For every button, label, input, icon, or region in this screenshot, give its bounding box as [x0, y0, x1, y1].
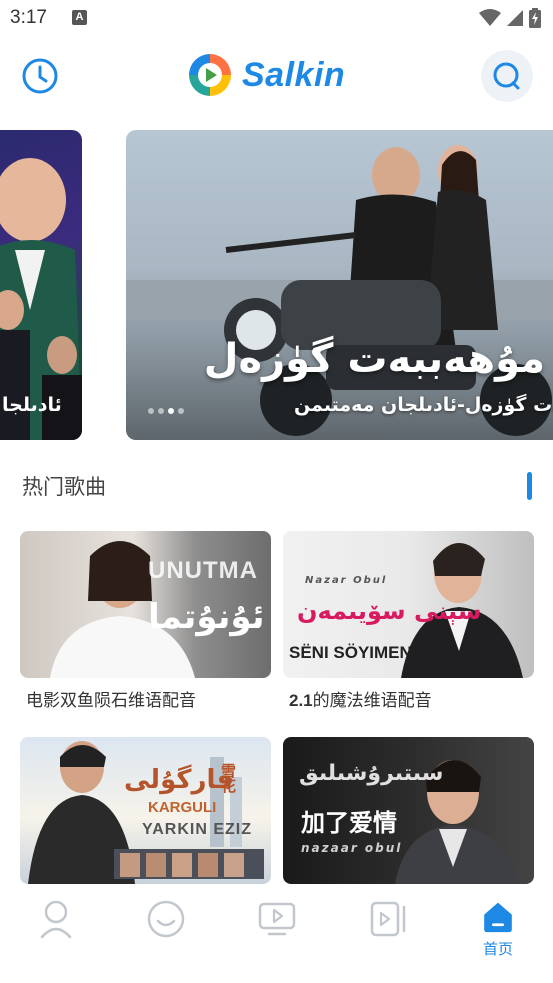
song-title-number: 2.1 [289, 691, 313, 710]
logo-mark-icon [189, 54, 231, 96]
clock-icon [22, 58, 58, 94]
banner-slide-subtitle: ئادىلجا [2, 394, 62, 416]
cover-title-latin: UNUTMA [148, 557, 258, 584]
cover-title-chinese: 加了爱情 [301, 809, 397, 837]
cover-artist: Nazar Obul [305, 575, 388, 586]
carousel-dot [158, 408, 164, 414]
video-icon [370, 901, 406, 937]
section-title: 热门歌曲 [22, 475, 106, 499]
song-title: 2.1的魔法维语配音 [283, 686, 534, 711]
nav-item-label: 首页 [482, 940, 513, 958]
notification-icon: A [72, 10, 87, 25]
smile-icon [147, 900, 185, 938]
nav-item-player[interactable] [247, 899, 307, 959]
home-icon [484, 902, 512, 933]
song-title: 电影双鱼陨石维语配音 [26, 691, 196, 711]
banner-slide-current[interactable]: مۇھەببەت گۈزەل ەت گۈزەل-ئادىلجان مەمتىمن [126, 130, 553, 440]
banner-carousel[interactable]: ئادىلجا مۇھەببەت گۈزەل ەت گۈزەل-ئادىلجان… [0, 130, 553, 442]
nav-item-videos[interactable] [358, 899, 418, 959]
song-card[interactable]: UNUTMA ئۇنۇتما 电影双鱼陨石维语配音 [20, 531, 271, 711]
nav-item-profile[interactable] [26, 899, 86, 959]
song-card[interactable]: سىتىرۇشىلىق 加了爱情 nazaar obul [283, 737, 534, 892]
cover-title-uyghur: ئۇنۇتما [148, 597, 265, 637]
song-cover: سىتىرۇشىلىق 加了爱情 nazaar obul [283, 737, 534, 884]
song-cover: قارگۇلى 雪花 KARGULI YARKIN EZIZ [20, 737, 271, 884]
cover-art [28, 741, 264, 884]
app-header: Salkin [0, 42, 553, 112]
cover-title-uyghur: قارگۇلى [124, 765, 234, 795]
nav-item-home[interactable]: 首页 [468, 899, 528, 959]
song-cover: UNUTMA ئۇنۇتما [20, 531, 271, 678]
song-card[interactable]: قارگۇلى 雪花 KARGULI YARKIN EZIZ [20, 737, 271, 892]
cover-title-chinese: 雪花 [219, 763, 237, 793]
person-icon [40, 900, 72, 939]
nav-item-moments[interactable] [136, 899, 196, 959]
banner-slide-title: مۇھەببەت گۈزەل [203, 336, 545, 382]
search-button[interactable] [481, 50, 533, 102]
status-time: 3:17 [10, 7, 47, 28]
banner-slide-subtitle: ەت گۈزەل-ئادىلجان مەمتىمن [294, 394, 553, 416]
carousel-dot [178, 408, 184, 414]
cover-title-uyghur: سىتىرۇشىلىق [299, 761, 444, 786]
history-button[interactable] [14, 50, 66, 102]
search-icon [493, 62, 520, 90]
app-logo: Salkin [186, 52, 345, 98]
cover-title-uyghur: سېنى سۆيىمەن [297, 597, 482, 625]
cover-artist: YARKIN EZIZ [142, 821, 252, 838]
cover-title-latin: KARGULI [148, 799, 217, 816]
battery-charging-icon [529, 8, 541, 28]
cover-artist: nazaar obul [301, 841, 403, 855]
song-cover: Nazar Obul سېنى سۆيىمەن SËNI SÖYIMEN [283, 531, 534, 678]
cell-signal-icon [507, 10, 523, 26]
song-card[interactable]: Nazar Obul سېنى سۆيىمەن SËNI SÖYIMEN 2.1… [283, 531, 534, 711]
bottom-nav: 首页 [0, 885, 553, 983]
song-title-text: 的魔法维语配音 [312, 691, 432, 711]
carousel-dot-active [168, 408, 174, 414]
carousel-dot [148, 408, 154, 414]
carousel-indicator [148, 408, 184, 414]
wifi-icon [479, 9, 501, 26]
status-bar: 3:17 A [0, 0, 553, 38]
logo-text: Salkin [242, 55, 346, 94]
cover-title-latin: SËNI SÖYIMEN [289, 643, 412, 662]
section-indicator-bar [527, 472, 532, 500]
banner-slide-previous[interactable]: ئادىلجا [0, 130, 82, 440]
play-screen-icon [258, 902, 296, 936]
